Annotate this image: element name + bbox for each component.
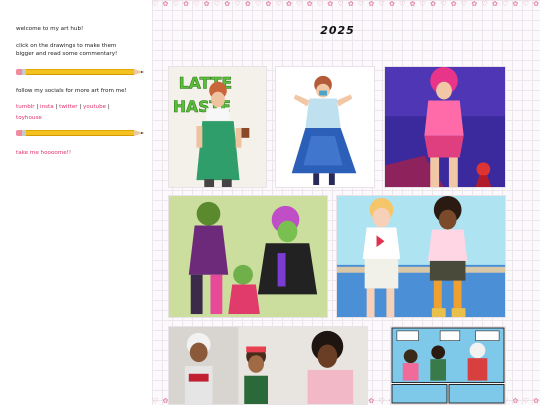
artwork-thumbnail-green-characters[interactable]: [168, 195, 328, 318]
link-separator: |: [106, 104, 110, 110]
sidebar: welcome to my art hub! click on the draw…: [0, 0, 152, 405]
youtube-link[interactable]: youtube: [83, 104, 106, 110]
welcome-text: welcome to my art hub!: [16, 26, 84, 32]
insta-link[interactable]: insta: [40, 104, 54, 110]
intro-text-line-1: click on the drawings to make them: [16, 43, 117, 49]
artwork-thumbnail-comic-page[interactable]: [390, 326, 506, 405]
artwork-thumbnail-two-friends-sitting[interactable]: [336, 195, 506, 318]
toyhouse-link[interactable]: toyhouse: [16, 115, 42, 121]
pencil-divider-icon: [16, 69, 146, 75]
artwork-thumbnail-blue-dress[interactable]: [275, 66, 375, 188]
social-links-row: tumblr | insta | twitter | youtube |: [16, 104, 110, 112]
pencil-divider-icon: [16, 130, 146, 136]
home-link[interactable]: take me hoooome!!: [16, 150, 71, 156]
year-heading: 2025: [320, 24, 355, 37]
top-decorative-border: ♡ ✿ ♡ ✿ ♡ ✿ ♡ ✿ ♡ ✿ ♡ ✿ ♡ ✿ ♡ ✿ ♡ ✿ ♡ ✿ …: [152, 0, 540, 8]
artwork-thumbnail-group-scene[interactable]: [168, 326, 368, 405]
twitter-link[interactable]: twitter: [59, 104, 77, 110]
follow-text: follow my socials for more art from me!: [16, 88, 127, 94]
artwork-thumbnail-latte-haste[interactable]: LATTE HASTE: [168, 66, 267, 188]
artwork-thumbnail-pink-outfit[interactable]: [384, 66, 506, 188]
tumblr-link[interactable]: tumblr: [16, 104, 35, 110]
intro-text-line-2: bigger and read some commentary!: [16, 51, 118, 57]
